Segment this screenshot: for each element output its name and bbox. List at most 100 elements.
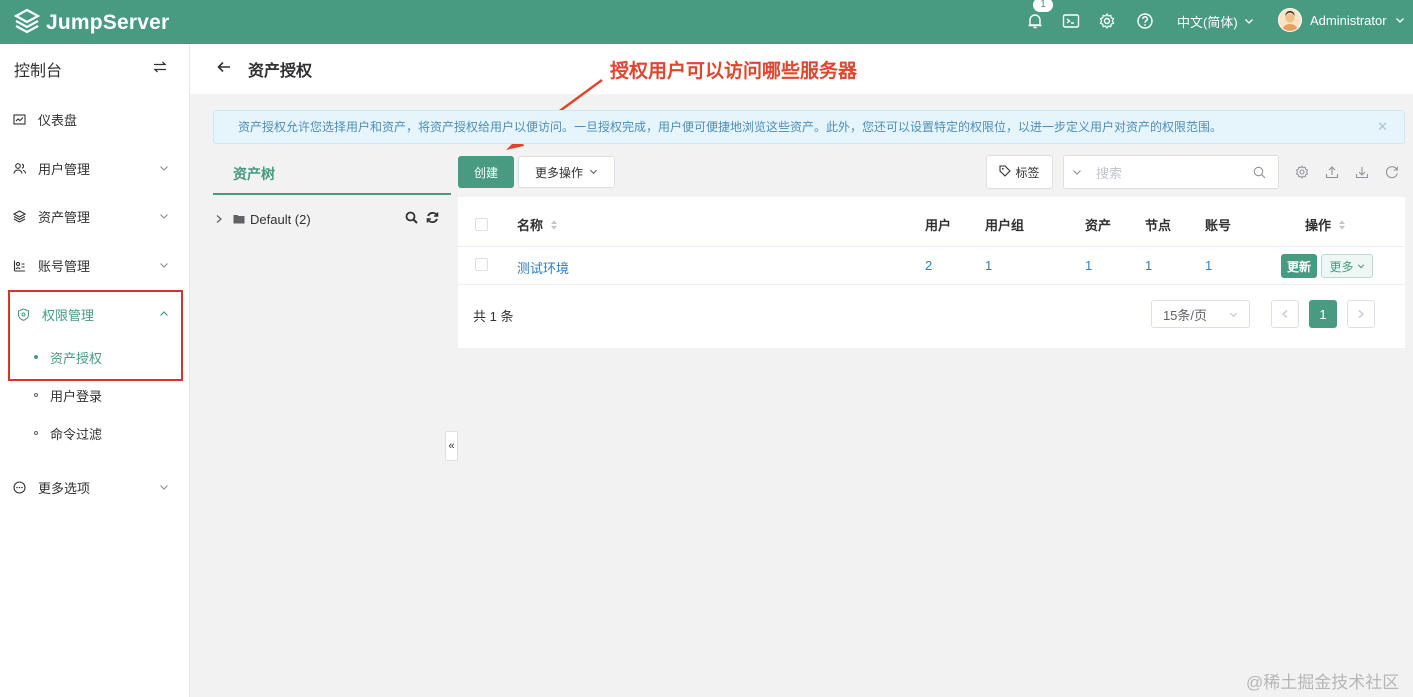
close-icon[interactable]: ✕ (1377, 111, 1388, 143)
settings-gear-icon[interactable] (1294, 164, 1310, 180)
brand-logo[interactable]: JumpServer (13, 8, 170, 37)
user-menu[interactable]: Administrator (1278, 8, 1405, 32)
refresh-icon[interactable] (426, 211, 439, 227)
tag-icon (999, 164, 1012, 180)
annotation-text: 授权用户可以访问哪些服务器 (610, 61, 858, 82)
collapse-tree-button[interactable]: « (445, 431, 458, 461)
tags-button[interactable]: 标签 (986, 155, 1053, 189)
row-checkbox[interactable] (475, 258, 488, 271)
sidebar-subitem-user-login[interactable]: 用户登录 (0, 377, 189, 413)
brand-name: JumpServer (46, 10, 170, 34)
row-users-count[interactable]: 2 (925, 258, 932, 273)
column-header-actions[interactable]: 操作 (1305, 215, 1347, 234)
logo-icon (13, 8, 41, 37)
sort-icon[interactable] (549, 219, 559, 234)
row-name-link[interactable]: 测试环境 (517, 258, 569, 277)
top-navbar: JumpServer 1 中文(简体) Administrator (0, 0, 1413, 44)
column-header-name[interactable]: 名称 (517, 215, 559, 234)
bell-icon[interactable] (1025, 11, 1045, 31)
tab-asset-tree[interactable]: 资产树 (213, 155, 451, 195)
sidebar-subitem-label: 命令过滤 (50, 426, 103, 442)
bullet-dot (34, 393, 38, 397)
page-number-label: 1 (1319, 306, 1327, 322)
download-icon[interactable] (1354, 164, 1370, 180)
column-label: 名称 (517, 218, 544, 233)
create-button[interactable]: 创建 (458, 156, 514, 188)
settings-gear-icon[interactable] (1097, 11, 1117, 31)
language-selector[interactable]: 中文(简体) (1177, 12, 1254, 31)
search-icon[interactable] (405, 211, 418, 227)
chevron-down-icon[interactable] (1072, 165, 1082, 180)
sidebar-item-dashboard[interactable]: 仪表盘 (0, 99, 189, 139)
chevron-left-icon (1281, 307, 1289, 322)
asset-tree-panel: 资产树 Default (2) (213, 155, 451, 227)
sidebar-item-assets[interactable]: 资产管理 (0, 196, 189, 236)
next-page-button[interactable] (1347, 300, 1375, 328)
row-user-groups-count[interactable]: 1 (985, 258, 992, 273)
avatar (1278, 8, 1302, 32)
update-button-label: 更新 (1286, 259, 1311, 274)
dashboard-icon (10, 110, 28, 128)
sort-icon[interactable] (1337, 219, 1347, 234)
tree-node-default[interactable]: Default (2) (213, 208, 451, 230)
chevron-down-icon (1229, 307, 1238, 322)
total-count: 共 1 条 (473, 309, 514, 324)
sidebar-item-label: 账号管理 (38, 258, 91, 274)
sidebar-subitem-command-filter[interactable]: 命令过滤 (0, 415, 189, 451)
column-label: 操作 (1305, 218, 1332, 233)
sidebar-item-users[interactable]: 用户管理 (0, 148, 189, 188)
sidebar-item-label: 更多选项 (38, 480, 91, 496)
upload-icon[interactable] (1324, 164, 1340, 180)
tree-node-label: Default (2) (250, 211, 311, 227)
help-icon[interactable] (1135, 11, 1155, 31)
row-assets-count[interactable]: 1 (1085, 258, 1092, 273)
accounts-icon (10, 256, 28, 274)
prev-page-button[interactable] (1271, 300, 1299, 328)
more-icon (10, 478, 28, 496)
row-accounts-count[interactable]: 1 (1205, 258, 1212, 273)
notice-text: 资产授权允许您选择用户和资产，将资产授权给用户以便访问。一旦授权完成，用户便可便… (238, 120, 1223, 134)
page-number-current[interactable]: 1 (1309, 300, 1337, 328)
watermark-text: @稀土掘金技术社区 (1246, 673, 1400, 692)
row-more-label: 更多 (1329, 259, 1354, 274)
sidebar-item-more[interactable]: 更多选项 (0, 467, 189, 507)
row-more-dropdown[interactable]: 更多 (1321, 254, 1373, 278)
assets-icon (10, 207, 28, 225)
tags-label: 标签 (1015, 165, 1040, 180)
folder-icon (233, 212, 245, 227)
update-button[interactable]: 更新 (1281, 254, 1317, 278)
chevron-down-icon (159, 209, 169, 224)
search-input[interactable]: 搜索 (1063, 155, 1279, 189)
more-actions-label: 更多操作 (534, 165, 583, 180)
switch-view-icon[interactable] (153, 60, 167, 79)
sidebar-subitem-label: 用户登录 (50, 388, 103, 404)
info-notice: 资产授权允许您选择用户和资产，将资产授权给用户以便访问。一旦授权完成，用户便可便… (213, 110, 1405, 144)
chevron-down-icon (1357, 259, 1365, 273)
column-header-assets: 资产 (1085, 218, 1112, 233)
bullet-dot (34, 431, 38, 435)
select-all-checkbox[interactable] (475, 218, 488, 231)
language-label: 中文(简体) (1177, 15, 1238, 30)
chevron-right-icon[interactable] (215, 212, 223, 227)
user-name: Administrator (1310, 12, 1387, 28)
more-actions-dropdown[interactable]: 更多操作 (518, 156, 615, 188)
page-size-select[interactable]: 15条/页 (1151, 300, 1250, 328)
tab-label: 资产树 (233, 166, 275, 182)
search-placeholder: 搜索 (1096, 165, 1123, 181)
sidebar-item-label: 用户管理 (38, 161, 91, 177)
sidebar-title: 控制台 (14, 63, 63, 80)
column-header-users: 用户 (925, 218, 952, 233)
back-arrow-icon[interactable] (216, 59, 232, 80)
sidebar-header: 控制台 (0, 44, 189, 94)
terminal-icon[interactable] (1061, 11, 1081, 31)
search-icon[interactable] (1253, 166, 1266, 182)
sidebar-item-accounts[interactable]: 账号管理 (0, 245, 189, 285)
row-nodes-count[interactable]: 1 (1145, 258, 1152, 273)
page-size-label: 15条/页 (1162, 307, 1208, 323)
sidebar-item-label: 资产管理 (38, 209, 91, 225)
chevron-down-icon (159, 161, 169, 176)
create-button-label: 创建 (473, 165, 498, 180)
refresh-icon[interactable] (1384, 164, 1400, 180)
row-divider (458, 284, 1405, 285)
highlight-box (8, 290, 183, 381)
